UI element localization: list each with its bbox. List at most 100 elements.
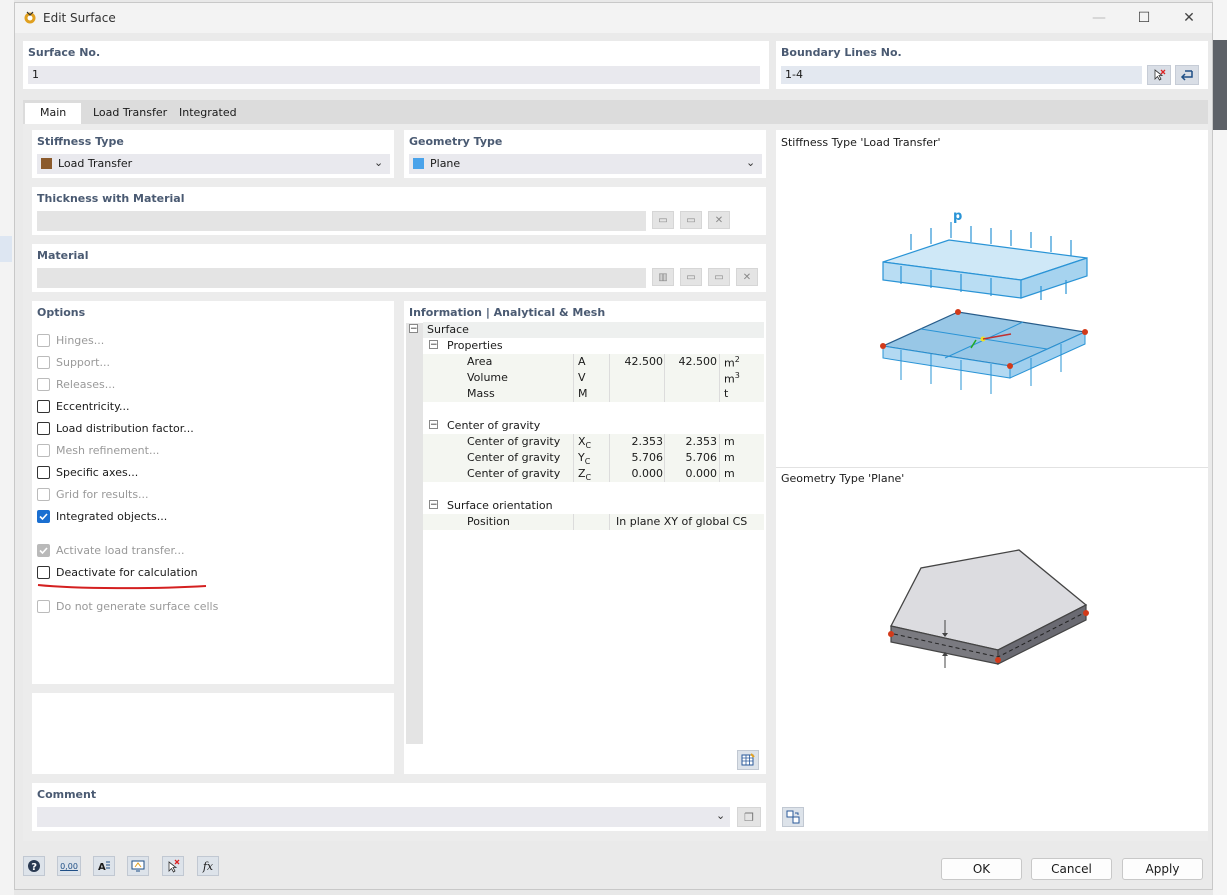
material-library-button[interactable]: ▥ [652,268,674,286]
cog-name: Center of gravity [467,451,561,464]
svg-text:?: ? [31,862,37,873]
cog-value-1: 0.000 [631,467,664,480]
checkbox[interactable] [37,600,50,613]
delete-icon: ✕ [742,271,752,283]
option-label: Do not generate surface cells [56,600,219,613]
maximize-button[interactable]: ☐ [1122,7,1166,29]
minimize-button[interactable]: — [1077,7,1121,29]
new-icon: ▭ [658,214,668,226]
surface-no-label: Surface No. [28,46,101,59]
checkbox[interactable] [37,378,50,391]
table-row: Area A 42.500 42.500 m2 [423,354,764,370]
column-divider [719,434,720,482]
tab-strip: Main Load Transfer Integrated [23,100,1208,124]
column-divider [609,434,610,482]
checkbox[interactable] [37,488,50,501]
surface-no-field[interactable]: 1 [28,66,760,84]
cog-value-1: 5.706 [631,451,664,464]
monitor-icon [131,860,145,872]
tab-integrated[interactable]: Integrated [171,103,245,123]
stiffness-color-swatch [41,158,52,169]
tree-label: Center of gravity [447,419,541,432]
cog-value-2: 0.000 [685,467,718,480]
apply-button[interactable]: Apply [1122,858,1203,880]
column-divider [573,354,574,402]
checkbox[interactable] [37,566,50,579]
preview-divider [776,467,1208,468]
boundary-lines-field[interactable]: 1-4 [781,66,1142,84]
pick-lines-button[interactable] [1147,65,1171,85]
option-label: Releases... [56,378,116,391]
checkbox[interactable] [37,356,50,369]
ok-button[interactable]: OK [941,858,1022,880]
reverse-lines-button[interactable] [1175,65,1199,85]
info-panel: Information | Analytical & Mesh − Surfac… [404,301,766,774]
material-select[interactable] [37,268,646,288]
material-panel: Material ▥ ▭ ▭ ✕ [32,244,766,292]
collapse-icon[interactable]: − [429,420,438,430]
background-3d-view [1213,40,1227,130]
column-divider [719,354,720,402]
tree-gutter [406,323,423,744]
edit-icon: ▭ [686,214,696,226]
new-thickness-button[interactable]: ▭ [652,211,674,229]
table-row: Mass M t [423,386,764,402]
close-button[interactable]: ✕ [1167,7,1211,29]
units-button[interactable]: A [93,856,115,876]
delete-material-button[interactable]: ✕ [736,268,758,286]
delete-thickness-button[interactable]: ✕ [708,211,730,229]
edit-material-button[interactable]: ▭ [708,268,730,286]
collapse-icon[interactable]: − [429,500,438,510]
column-divider [573,434,574,482]
numeric-format-icon: 0,00 [60,861,78,871]
cog-symbol: XC [578,435,591,450]
option-label: Activate load transfer... [56,544,185,557]
boundary-lines-label: Boundary Lines No. [781,46,902,59]
column-divider [609,514,610,530]
edit-icon: ▭ [714,271,724,283]
tree-label: Surface [427,323,469,336]
edit-thickness-button[interactable]: ▭ [680,211,702,229]
boundary-lines-panel: Boundary Lines No. 1-4 [776,41,1208,89]
tab-load-transfer[interactable]: Load Transfer [85,103,175,123]
checkbox-checked[interactable] [37,510,50,523]
comment-library-button[interactable]: ❐ [737,807,761,827]
view-button[interactable] [127,856,149,876]
checkbox[interactable] [37,466,50,479]
geometry-type-value: Plane [430,157,461,170]
cancel-button[interactable]: Cancel [1031,858,1112,880]
checkbox[interactable] [37,444,50,457]
collapse-icon[interactable]: − [409,324,418,334]
options-panel: Options Hinges... Support... Releases...… [32,301,394,684]
table-settings-button[interactable] [737,750,759,770]
thickness-select[interactable] [37,211,646,231]
tree-label: Properties [447,339,503,352]
numeric-format-button[interactable]: 0,00 [57,856,81,876]
symbol-sub: C [584,457,591,467]
option-label: Specific axes... [56,466,139,479]
checkbox-checked[interactable] [37,544,50,557]
checkmark-icon [39,547,48,555]
tab-main[interactable]: Main [25,103,82,124]
help-button[interactable]: ? [23,856,45,876]
collapse-icon[interactable]: − [429,340,438,350]
option-label: Mesh refinement... [56,444,160,457]
geometry-type-select[interactable]: Plane ⌄ [409,154,762,174]
checkbox[interactable] [37,334,50,347]
new-material-button[interactable]: ▭ [680,268,702,286]
cog-unit: m [724,467,735,480]
delete-selection-button[interactable] [162,856,184,876]
checkbox[interactable] [37,400,50,413]
checkbox[interactable] [37,422,50,435]
table-row: Center of gravity XC 2.353 2.353 m [423,434,764,450]
thickness-label: Thickness with Material [37,192,185,205]
prop-unit: m3 [724,371,740,386]
preview-options-button[interactable] [782,807,804,827]
refresh-view-icon [786,810,800,824]
formula-button[interactable]: fx [197,856,219,876]
column-divider [664,434,665,482]
chevron-down-icon: ⌄ [716,809,726,822]
comment-input[interactable]: ⌄ [37,807,730,827]
stiffness-type-select[interactable]: Load Transfer ⌄ [37,154,390,174]
option-label: Load distribution factor... [56,422,194,435]
